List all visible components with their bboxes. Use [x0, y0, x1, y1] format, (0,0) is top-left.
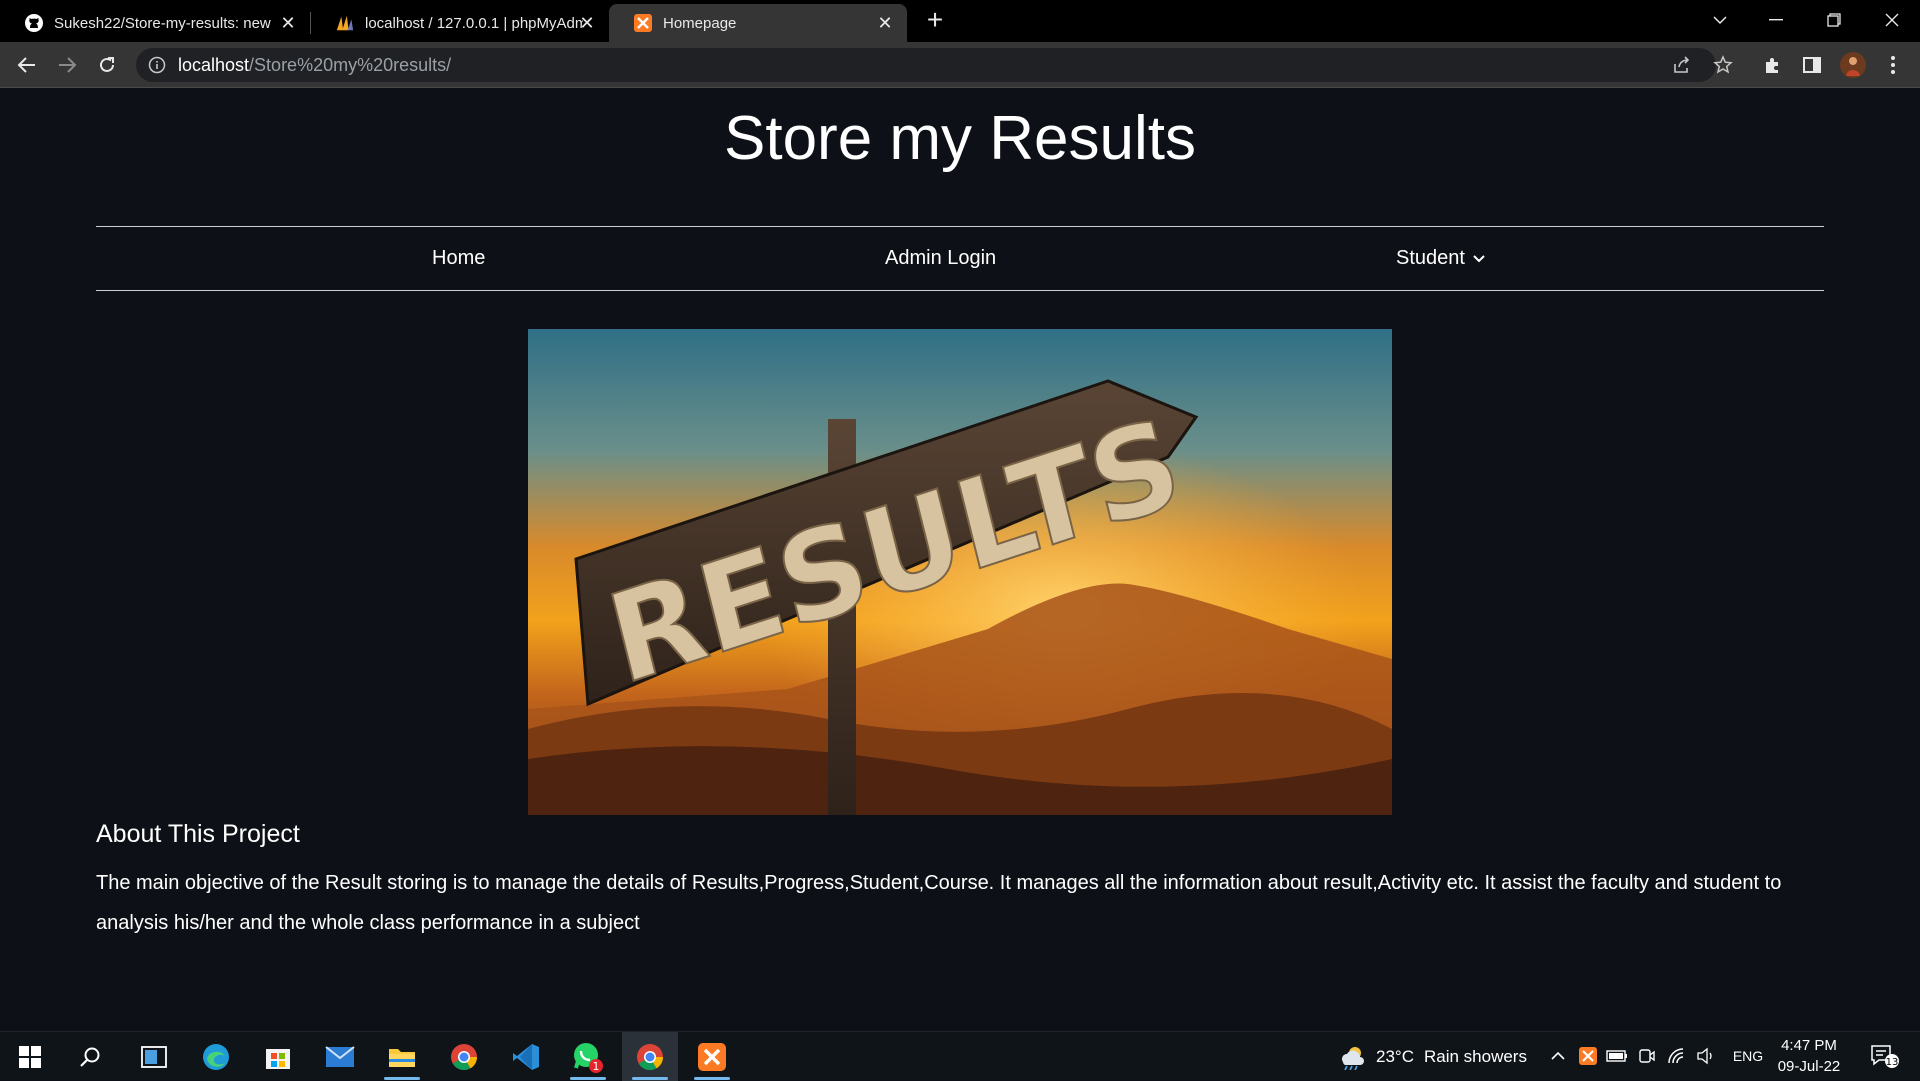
main-nav: Home Admin Login Student — [96, 226, 1824, 291]
url-host: localhost — [178, 55, 250, 75]
site-title: Store my Results — [723, 104, 1197, 173]
about-text: The main objective of the Result storing… — [96, 872, 1782, 934]
nav-home[interactable]: Home — [432, 247, 485, 270]
about-heading: About This Project — [96, 820, 300, 848]
language-indicator[interactable]: ENG — [1728, 1044, 1768, 1068]
xampp-icon — [633, 13, 653, 33]
meet-now-icon[interactable] — [1635, 1044, 1659, 1068]
github-icon — [24, 13, 44, 33]
clock-time: 4:47 PM — [1781, 1037, 1837, 1054]
chrome-active-icon[interactable] — [622, 1032, 678, 1081]
task-view-icon[interactable] — [126, 1032, 182, 1081]
close-tab-icon[interactable]: ✕ — [875, 13, 895, 33]
chrome-icon[interactable] — [436, 1032, 492, 1081]
whatsapp-badge: 1 — [593, 1060, 600, 1073]
battery-icon[interactable] — [1605, 1044, 1629, 1068]
wifi-icon[interactable] — [1665, 1044, 1689, 1068]
tab-github[interactable]: Sukesh22/Store-my-results: new ✕ — [0, 4, 310, 42]
tab-title: Homepage — [663, 14, 737, 32]
back-button[interactable] — [12, 50, 42, 80]
side-panel-icon[interactable] — [1797, 50, 1827, 80]
search-icon[interactable] — [62, 1032, 118, 1081]
notification-center-icon[interactable]: 13 — [1868, 1044, 1902, 1068]
share-icon[interactable] — [1667, 50, 1697, 80]
tab-phpmyadmin[interactable]: localhost / 127.0.0.1 | phpMyAdm ✕ — [311, 4, 609, 42]
close-tab-icon[interactable]: ✕ — [278, 13, 298, 33]
weather-desc: Rain showers — [1423, 1047, 1527, 1066]
start-button[interactable] — [2, 1032, 58, 1081]
clock-date: 09-Jul-22 — [1777, 1058, 1841, 1075]
browser-toolbar: localhost/Store%20my%20results/ — [0, 42, 1920, 88]
chevron-up-icon[interactable] — [1546, 1044, 1570, 1068]
xampp-app-icon[interactable] — [684, 1032, 740, 1081]
close-tab-icon[interactable]: ✕ — [577, 13, 597, 33]
edge-icon[interactable] — [188, 1032, 244, 1081]
weather-widget[interactable]: 23°C Rain showers — [1338, 1044, 1527, 1070]
mail-icon[interactable] — [312, 1032, 368, 1081]
tab-title: Sukesh22/Store-my-results: new — [54, 14, 271, 32]
phpmyadmin-icon — [335, 13, 355, 33]
tab-search-icon[interactable] — [1692, 0, 1748, 40]
restore-button[interactable] — [1806, 0, 1862, 40]
url-text: localhost/Store%20my%20results/ — [178, 55, 451, 76]
new-tab-button[interactable]: + — [920, 6, 950, 36]
minimize-button[interactable] — [1748, 0, 1804, 40]
extensions-icon[interactable] — [1757, 50, 1787, 80]
vscode-icon[interactable] — [498, 1032, 554, 1081]
notification-count: 13 — [1886, 1057, 1899, 1068]
store-icon[interactable] — [250, 1032, 306, 1081]
tab-strip: Sukesh22/Store-my-results: new ✕ localho… — [0, 0, 1920, 42]
taskbar: 1 23°C Rain showers ENG 4:47 PM 09-Jul-2… — [0, 1031, 1920, 1081]
chevron-down-icon — [1473, 254, 1485, 262]
whatsapp-icon[interactable]: 1 — [560, 1032, 616, 1081]
file-explorer-icon[interactable] — [374, 1032, 430, 1081]
close-window-button[interactable] — [1864, 0, 1920, 40]
tab-homepage[interactable]: Homepage ✕ — [609, 4, 907, 42]
volume-icon[interactable] — [1694, 1044, 1718, 1068]
reload-button[interactable] — [92, 50, 122, 80]
page-content: Store my Results Home Admin Login Studen… — [0, 89, 1920, 1031]
rain-cloud-icon — [1342, 1047, 1364, 1070]
address-bar[interactable]: localhost/Store%20my%20results/ — [136, 48, 1716, 82]
url-path: /Store%20my%20results/ — [249, 55, 452, 75]
xampp-tray-icon[interactable] — [1576, 1044, 1600, 1068]
site-info-icon[interactable] — [148, 56, 166, 79]
forward-button[interactable] — [52, 50, 82, 80]
tab-title: localhost / 127.0.0.1 | phpMyAdm — [365, 14, 583, 32]
nav-student-label: Student — [1396, 247, 1465, 269]
clock[interactable]: 4:47 PM 09-Jul-22 — [1774, 1035, 1844, 1077]
weather-temp: 23°C — [1376, 1047, 1414, 1066]
nav-student-dropdown[interactable]: Student — [1396, 247, 1485, 270]
nav-admin-login[interactable]: Admin Login — [885, 247, 996, 270]
hero-image: RESULTS — [528, 329, 1392, 815]
profile-avatar[interactable] — [1838, 50, 1868, 80]
browser-menu-icon[interactable] — [1878, 50, 1908, 80]
bookmark-star-icon[interactable] — [1708, 50, 1738, 80]
